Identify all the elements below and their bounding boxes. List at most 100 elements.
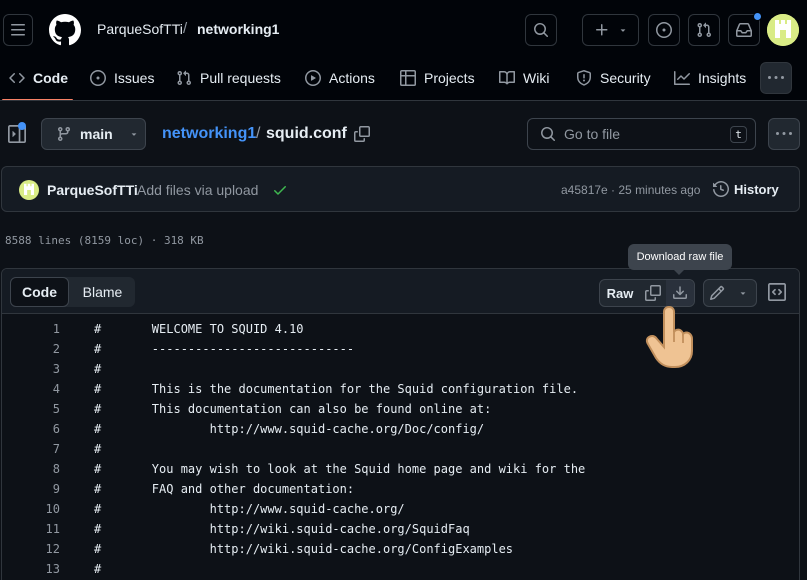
line-number[interactable]: 2 [2, 339, 60, 359]
search-button[interactable] [525, 14, 557, 46]
tab-wiki-label: Wiki [523, 70, 550, 86]
commit-message[interactable]: Add files via upload [137, 182, 258, 198]
blame-view-button[interactable]: Blame [70, 277, 135, 307]
code-line: 7 # [2, 439, 799, 459]
line-number[interactable]: 12 [2, 539, 60, 559]
breadcrumb-separator: / [183, 20, 188, 37]
branch-selector[interactable]: main [41, 118, 146, 150]
line-number[interactable]: 1 [2, 319, 60, 339]
tab-pull-requests-label: Pull requests [200, 70, 281, 86]
issue-icon [90, 70, 106, 86]
check-icon[interactable] [272, 182, 288, 198]
avatar[interactable] [19, 180, 39, 200]
tab-issues[interactable]: Issues [90, 61, 154, 95]
symbols-button[interactable] [768, 283, 786, 301]
tab-code[interactable]: Code [9, 61, 68, 95]
line-content: # FAQ and other documentation: [94, 482, 355, 496]
pull-requests-button[interactable] [688, 14, 720, 46]
repo-link[interactable]: networking1 [197, 21, 279, 37]
branch-name: main [80, 126, 113, 142]
plus-icon [595, 24, 607, 36]
code-line: 6 # http://www.squid-cache.org/Doc/config… [2, 419, 799, 439]
edit-options-button[interactable] [730, 280, 756, 306]
more-tabs-button[interactable] [760, 62, 792, 94]
tab-issues-label: Issues [114, 70, 155, 86]
chevron-down-icon [620, 29, 625, 32]
line-number[interactable]: 13 [2, 559, 60, 579]
line-number[interactable]: 11 [2, 519, 60, 539]
line-number[interactable]: 8 [2, 459, 60, 479]
file-info: 8588 lines (8159 loc) · 318 KB [5, 234, 204, 247]
go-to-file-input[interactable]: Go to file t [527, 118, 756, 150]
chevron-down-icon [740, 292, 746, 295]
code-line: 9 # FAQ and other documentation: [2, 479, 799, 499]
line-number[interactable]: 6 [2, 419, 60, 439]
code-line: 4 # This is the documentation for the Squ… [2, 379, 799, 399]
code-line: 10 # http://www.squid-cache.org/ [2, 499, 799, 519]
tab-wiki[interactable]: Wiki [499, 61, 549, 95]
line-number[interactable]: 9 [2, 479, 60, 499]
github-logo[interactable] [49, 14, 81, 46]
tab-projects[interactable]: Projects [400, 61, 475, 95]
line-content: # http://www.squid-cache.org/ [94, 502, 405, 516]
line-number[interactable]: 10 [2, 499, 60, 519]
notification-dot [753, 12, 762, 21]
edit-file-button[interactable] [704, 280, 730, 306]
breadcrumb-separator: / [256, 125, 261, 142]
avatar[interactable] [767, 14, 799, 46]
line-number[interactable]: 4 [2, 379, 60, 399]
download-tooltip: Download raw file [628, 244, 732, 270]
commit-hash-time[interactable]: a45817e · 25 minutes ago [561, 183, 700, 197]
line-content: # This is the documentation for the Squi… [94, 382, 579, 396]
history-button[interactable]: History [713, 181, 779, 197]
owner-link[interactable]: ParqueSofTTi [97, 21, 183, 37]
tab-security[interactable]: Security [576, 61, 651, 95]
kebab-icon [776, 132, 792, 135]
search-icon [534, 23, 548, 37]
tab-insights[interactable]: Insights [674, 61, 746, 95]
issues-button[interactable] [648, 14, 680, 46]
pencil-icon [710, 285, 725, 301]
line-number[interactable]: 7 [2, 439, 60, 459]
line-number[interactable]: 3 [2, 359, 60, 379]
chevron-down-icon [131, 133, 136, 136]
history-icon [713, 181, 729, 197]
pointer-hand-icon [645, 303, 695, 369]
line-number[interactable]: 5 [2, 399, 60, 419]
global-header: ParqueSofTTi / networking1 Code Issues P… [0, 0, 807, 101]
line-content: # http://wiki.squid-cache.org/ConfigExam… [94, 542, 514, 556]
line-content: # WELCOME TO SQUID 4.10 [94, 322, 304, 336]
tab-pull-requests[interactable]: Pull requests [176, 61, 281, 95]
copy-path-button[interactable] [354, 126, 370, 142]
line-content: # You may wish to look at the Squid home… [94, 462, 586, 476]
code-line: 12 # http://wiki.squid-cache.org/ConfigEx… [2, 539, 799, 559]
tab-insights-label: Insights [698, 70, 747, 86]
menu-button[interactable] [3, 14, 33, 46]
line-content: # This documentation can also be found o… [94, 402, 492, 416]
code-line: 11 # http://wiki.squid-cache.org/SquidFaq [2, 519, 799, 539]
line-content: # http://wiki.squid-cache.org/SquidFaq [94, 522, 470, 536]
code-line: 8 # You may wish to look at the Squid hom… [2, 459, 799, 479]
pull-request-icon [697, 22, 712, 38]
file-more-options-button[interactable] [768, 118, 800, 150]
book-icon [499, 70, 515, 85]
inbox-icon [736, 23, 752, 37]
issue-icon [656, 22, 672, 38]
view-toggle: Code Blame [10, 277, 135, 307]
code-line: 13 # [2, 559, 799, 579]
search-icon [541, 127, 555, 141]
breadcrumb-repo-link[interactable]: networking1 [162, 125, 256, 143]
tab-security-label: Security [600, 70, 651, 86]
line-content: # ---------------------------- [94, 342, 355, 356]
line-content: # [94, 362, 102, 376]
tab-code-label: Code [33, 70, 68, 86]
pull-request-icon [177, 70, 192, 86]
commit-author[interactable]: ParqueSofTTi [47, 182, 138, 198]
code-view-button[interactable]: Code [10, 277, 69, 307]
history-label: History [734, 181, 779, 197]
tab-actions[interactable]: Actions [305, 61, 375, 95]
code-icon [9, 72, 25, 84]
shield-icon [577, 70, 591, 86]
raw-button[interactable]: Raw [600, 280, 640, 306]
create-new-button[interactable] [582, 14, 639, 46]
